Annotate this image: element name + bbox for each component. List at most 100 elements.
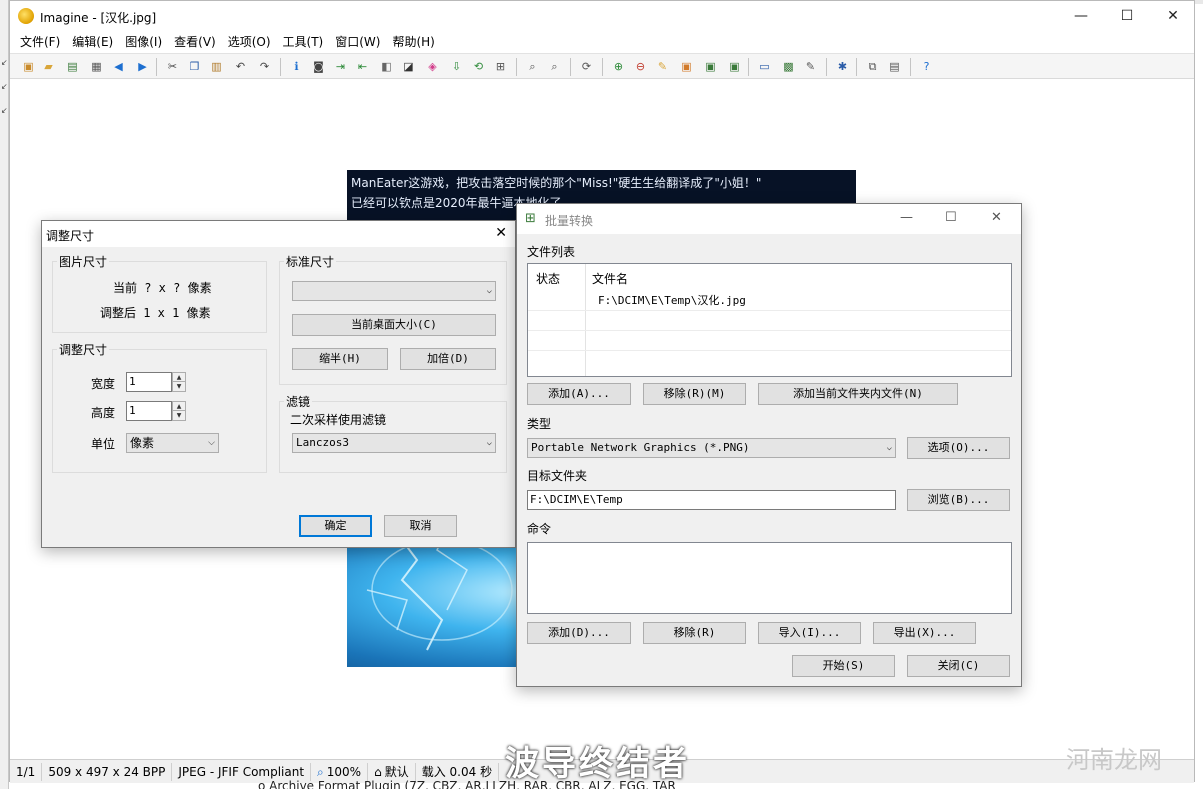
mouse-icon: ⌂ bbox=[374, 764, 382, 779]
width-spinner[interactable]: ▲ ▼ bbox=[172, 372, 186, 392]
batch-minimize-button[interactable]: — bbox=[900, 210, 913, 225]
plugin-button[interactable]: ⧉ bbox=[864, 58, 881, 75]
help-button[interactable]: ? bbox=[918, 58, 935, 75]
open-button[interactable]: ▰ bbox=[40, 58, 57, 75]
actual-size-button[interactable]: ▣ bbox=[702, 58, 719, 75]
unit-select[interactable]: 像素 ⌵ bbox=[126, 433, 219, 453]
resize-dialog-title: 调整尺寸 bbox=[46, 229, 95, 243]
monitor-button[interactable]: ▭ bbox=[756, 58, 773, 75]
flip-button[interactable]: ⇩ bbox=[448, 58, 465, 75]
unit-label: 单位 bbox=[91, 437, 116, 451]
refresh-button[interactable]: ⟳ bbox=[578, 58, 595, 75]
copy-button[interactable]: ❐ bbox=[186, 58, 203, 75]
prev-button[interactable]: ◀ bbox=[110, 58, 127, 75]
zoom-out-button[interactable]: ⊖ bbox=[632, 58, 649, 75]
import-button[interactable]: ⇤ bbox=[354, 58, 371, 75]
settings-button[interactable]: ✱ bbox=[834, 58, 851, 75]
redo-button[interactable]: ↷ bbox=[256, 58, 273, 75]
find-button[interactable]: ⌕ bbox=[524, 58, 541, 75]
standard-size-select[interactable]: ⌵ bbox=[292, 281, 496, 301]
height-input[interactable]: 1 bbox=[126, 401, 172, 421]
grayscale-button[interactable]: ◧ bbox=[378, 58, 395, 75]
undo-button[interactable]: ↶ bbox=[232, 58, 249, 75]
ok-button[interactable]: 确定 bbox=[299, 515, 372, 537]
zoom-in-button[interactable]: ⊕ bbox=[610, 58, 627, 75]
image-caption-line-1: ManEater这游戏，把攻击落空时候的那个"Miss!"硬生生给翻译成了"小姐… bbox=[351, 176, 762, 190]
monitor-icon: ▭ bbox=[759, 60, 770, 73]
image-size-group-label: 图片尺寸 bbox=[57, 253, 110, 270]
menu-item-1[interactable]: 编辑(E) bbox=[66, 31, 119, 53]
paste-button[interactable]: ▥ bbox=[208, 58, 225, 75]
double-size-button[interactable]: 加倍(D) bbox=[400, 348, 496, 370]
zoom-tool-icon: ✎ bbox=[657, 60, 668, 73]
camera-button[interactable]: ◙ bbox=[310, 58, 327, 75]
column-filename: 文件名 bbox=[592, 272, 629, 286]
import-command-button[interactable]: 导入(I)... bbox=[758, 622, 861, 644]
fit-width-icon: ▣ bbox=[729, 60, 740, 73]
resized-size-text: 调整后 1 x 1 像素 bbox=[100, 306, 211, 320]
cut-button[interactable]: ✂ bbox=[164, 58, 181, 75]
cut-icon: ✂ bbox=[167, 60, 178, 73]
screen-capture-button[interactable]: ▤ bbox=[886, 58, 903, 75]
menu-item-3[interactable]: 查看(V) bbox=[168, 31, 222, 53]
export-icon: ⇥ bbox=[335, 60, 346, 73]
info-icon: ℹ bbox=[294, 60, 299, 73]
resize-dialog-close-button[interactable]: ✕ bbox=[495, 225, 507, 241]
command-label: 命令 bbox=[527, 522, 552, 536]
batch-maximize-button[interactable]: ☐ bbox=[945, 210, 957, 225]
info-button[interactable]: ℹ bbox=[288, 58, 305, 75]
batch-button[interactable]: ⊞ bbox=[492, 58, 509, 75]
command-textarea[interactable] bbox=[527, 542, 1012, 614]
save-button[interactable]: ▤ bbox=[64, 58, 81, 75]
find-next-button[interactable]: ⌕ bbox=[546, 58, 563, 75]
cancel-button[interactable]: 取消 bbox=[384, 515, 457, 537]
batch-close-dialog-button[interactable]: 关闭(C) bbox=[907, 655, 1010, 677]
edit-button[interactable]: ✎ bbox=[802, 58, 819, 75]
desktop-size-button[interactable]: 当前桌面大小(C) bbox=[292, 314, 496, 336]
file-row[interactable]: F:\DCIM\E\Temp\汉化.jpg bbox=[598, 292, 746, 308]
adjust-button[interactable]: ◪ bbox=[400, 58, 417, 75]
add-command-button[interactable]: 添加(D)... bbox=[527, 622, 631, 644]
target-folder-input[interactable]: F:\DCIM\E\Temp bbox=[527, 490, 896, 510]
resize-group-label: 调整尺寸 bbox=[57, 341, 110, 358]
close-button[interactable]: ✕ bbox=[1150, 1, 1196, 31]
height-spinner[interactable]: ▲ ▼ bbox=[172, 401, 186, 421]
options-button[interactable]: 选项(O)... bbox=[907, 437, 1010, 459]
start-button[interactable]: 开始(S) bbox=[792, 655, 895, 677]
remove-file-button[interactable]: 移除(R)(M) bbox=[643, 383, 746, 405]
menu-item-4[interactable]: 选项(O) bbox=[222, 31, 277, 53]
fit-width-button[interactable]: ▣ bbox=[726, 58, 743, 75]
browse-button[interactable]: 浏览(B)... bbox=[907, 489, 1010, 511]
zoom-tool-button[interactable]: ✎ bbox=[654, 58, 671, 75]
next-icon: ▶ bbox=[138, 60, 147, 73]
add-file-button[interactable]: 添加(A)... bbox=[527, 383, 631, 405]
menu-item-6[interactable]: 窗口(W) bbox=[329, 31, 386, 53]
current-size-text: 当前 ? x ? 像素 bbox=[113, 281, 212, 295]
batch-close-button[interactable]: ✕ bbox=[991, 210, 1002, 225]
chevron-down-icon: ⌵ bbox=[208, 438, 215, 448]
export-button[interactable]: ⇥ bbox=[332, 58, 349, 75]
menu-item-5[interactable]: 工具(T) bbox=[277, 31, 330, 53]
toolbar-separator bbox=[910, 58, 911, 76]
half-size-button[interactable]: 缩半(H) bbox=[292, 348, 388, 370]
fit-window-button[interactable]: ▣ bbox=[678, 58, 695, 75]
maximize-button[interactable]: ☐ bbox=[1104, 1, 1150, 31]
add-folder-files-button[interactable]: 添加当前文件夹内文件(N) bbox=[758, 383, 958, 405]
type-select[interactable]: Portable Network Graphics (*.PNG) ⌵ bbox=[527, 438, 896, 458]
filter-select[interactable]: Lanczos3 ⌵ bbox=[292, 433, 496, 453]
width-input[interactable]: 1 bbox=[126, 372, 172, 392]
rotate-button[interactable]: ⟲ bbox=[470, 58, 487, 75]
color-button[interactable]: ◈ bbox=[424, 58, 441, 75]
slideshow-button[interactable]: ▩ bbox=[780, 58, 797, 75]
print-button[interactable]: ▦ bbox=[88, 58, 105, 75]
export-command-button[interactable]: 导出(X)... bbox=[873, 622, 976, 644]
file-list-table[interactable]: 状态 文件名 F:\DCIM\E\Temp\汉化.jpg bbox=[527, 263, 1012, 377]
properties-button[interactable]: ▣ bbox=[20, 58, 37, 75]
remove-command-button[interactable]: 移除(R) bbox=[643, 622, 746, 644]
menu-item-0[interactable]: 文件(F) bbox=[14, 31, 66, 53]
next-button[interactable]: ▶ bbox=[134, 58, 151, 75]
import-icon: ⇤ bbox=[357, 60, 368, 73]
menu-item-7[interactable]: 帮助(H) bbox=[386, 31, 440, 53]
minimize-button[interactable]: — bbox=[1058, 1, 1104, 31]
menu-item-2[interactable]: 图像(I) bbox=[119, 31, 168, 53]
